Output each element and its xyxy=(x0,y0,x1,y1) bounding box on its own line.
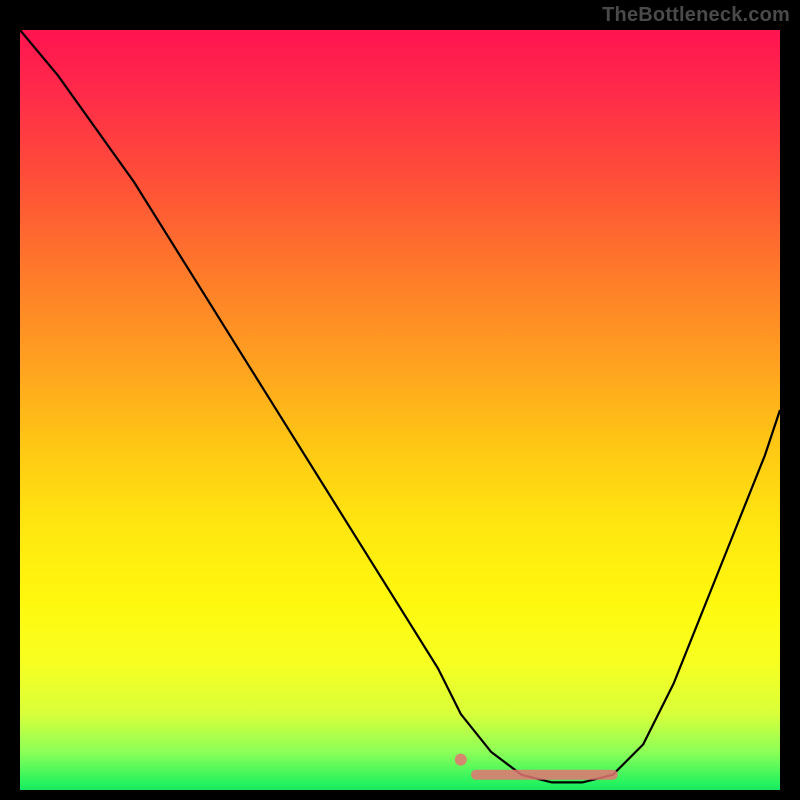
bottleneck-curve xyxy=(20,30,780,782)
optimal-point-marker xyxy=(455,754,467,766)
chart-svg xyxy=(20,30,780,790)
plot-area xyxy=(20,30,780,790)
watermark-text: TheBottleneck.com xyxy=(602,4,790,27)
chart-stage: TheBottleneck.com xyxy=(0,0,800,800)
